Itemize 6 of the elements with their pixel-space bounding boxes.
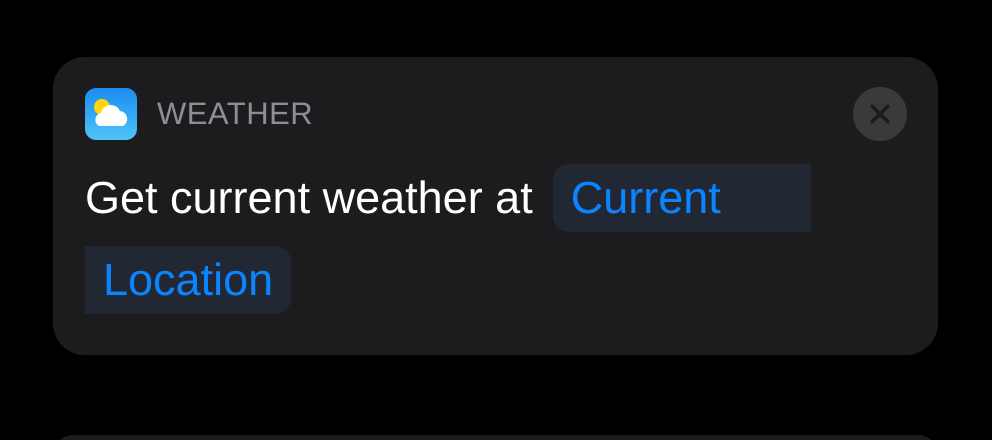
parameter-token[interactable]: Location [85,246,292,314]
parameter-token[interactable]: Current [552,164,811,232]
weather-app-icon [85,88,137,140]
action-text: Get current weather at [85,171,533,225]
close-icon [869,103,891,125]
app-name: WEATHER [157,96,314,132]
